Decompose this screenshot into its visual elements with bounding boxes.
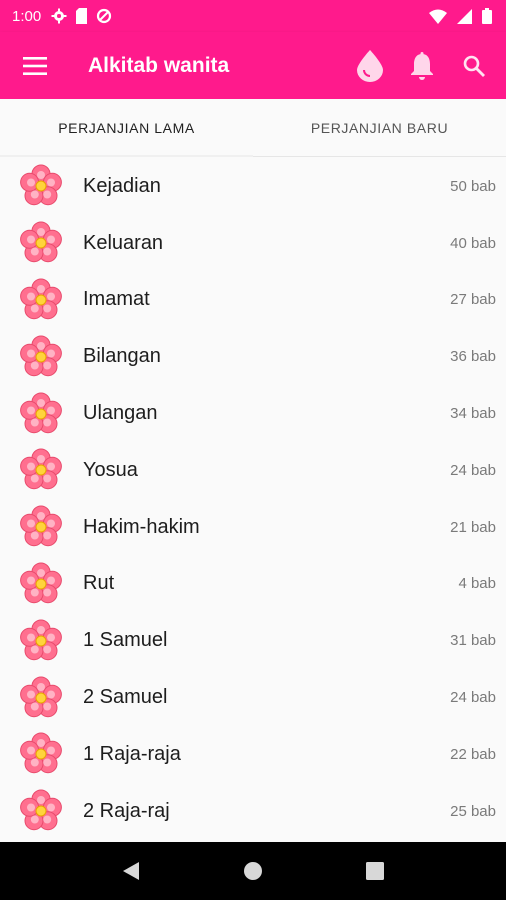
system-nav-bar bbox=[0, 842, 506, 900]
flower-icon bbox=[19, 335, 63, 379]
chapter-count: 25 bab bbox=[450, 802, 496, 820]
settings-icon bbox=[51, 8, 67, 24]
chapter-count: 31 bab bbox=[450, 632, 496, 650]
recents-button[interactable] bbox=[355, 851, 395, 891]
signal-icon bbox=[457, 8, 472, 24]
flower-icon bbox=[19, 505, 63, 549]
chapter-count: 4 bab bbox=[458, 575, 496, 593]
back-icon bbox=[123, 862, 139, 880]
back-button[interactable] bbox=[111, 851, 151, 891]
menu-button[interactable] bbox=[0, 32, 70, 99]
search-icon bbox=[463, 55, 485, 77]
book-name: 1 Raja-raja bbox=[83, 742, 181, 765]
book-name: 1 Samuel bbox=[83, 629, 168, 652]
chapter-count: 40 bab bbox=[450, 234, 496, 252]
flower-icon bbox=[19, 619, 63, 663]
book-row[interactable]: 2 Raja-raj 25 bab bbox=[0, 783, 506, 840]
book-name: Imamat bbox=[83, 288, 150, 311]
book-row[interactable]: 1 Raja-raja 22 bab bbox=[0, 726, 506, 783]
theme-button[interactable] bbox=[344, 40, 396, 92]
book-row[interactable]: 1 Samuel 31 bab bbox=[0, 612, 506, 669]
app-bar: Alkitab wanita bbox=[0, 32, 506, 99]
book-name: Hakim-hakim bbox=[83, 515, 200, 538]
home-button[interactable] bbox=[233, 851, 273, 891]
data-saver-icon bbox=[97, 8, 112, 24]
book-name: Bilangan bbox=[83, 345, 161, 368]
book-row[interactable]: Hakim-hakim 21 bab bbox=[0, 499, 506, 556]
status-bar: 1:00 bbox=[0, 0, 506, 32]
flower-icon bbox=[19, 448, 63, 492]
book-row[interactable]: Imamat 27 bab bbox=[0, 272, 506, 329]
battery-icon bbox=[482, 8, 492, 24]
flower-icon bbox=[19, 278, 63, 322]
flower-icon bbox=[19, 789, 63, 833]
app-title: Alkitab wanita bbox=[88, 53, 230, 77]
chapter-count: 50 bab bbox=[450, 177, 496, 195]
book-row[interactable]: Kejadian 50 bab bbox=[0, 158, 506, 215]
book-name: 2 Raja-raj bbox=[83, 799, 170, 822]
status-time: 1:00 bbox=[12, 7, 42, 25]
flower-icon bbox=[19, 164, 63, 208]
flower-icon bbox=[19, 392, 63, 436]
bell-icon bbox=[411, 51, 433, 80]
book-name: Yosua bbox=[83, 458, 138, 481]
notifications-button[interactable] bbox=[396, 40, 448, 92]
tab-new-testament[interactable]: PERJANJIAN BARU bbox=[253, 99, 506, 156]
recents-icon bbox=[366, 862, 384, 880]
drop-icon bbox=[357, 49, 383, 82]
sim-card-icon bbox=[76, 8, 88, 24]
chapter-count: 24 bab bbox=[450, 689, 496, 707]
chapter-count: 36 bab bbox=[450, 348, 496, 366]
tab-old-testament[interactable]: PERJANJIAN LAMA bbox=[0, 99, 253, 157]
menu-icon bbox=[23, 56, 47, 75]
chapter-count: 34 bab bbox=[450, 405, 496, 423]
book-name: Keluaran bbox=[83, 231, 164, 254]
book-list: Kejadian 50 bab Keluaran 40 bab Imamat 27 b… bbox=[0, 158, 506, 840]
book-name: Rut bbox=[83, 572, 115, 595]
chapter-count: 27 bab bbox=[450, 291, 496, 309]
wifi-icon bbox=[429, 9, 447, 24]
book-row[interactable]: Yosua 24 bab bbox=[0, 442, 506, 499]
flower-icon bbox=[19, 676, 63, 720]
book-name: Kejadian bbox=[83, 174, 161, 197]
flower-icon bbox=[19, 732, 63, 776]
book-name: Ulangan bbox=[83, 402, 158, 425]
chapter-count: 24 bab bbox=[450, 461, 496, 479]
search-button[interactable] bbox=[448, 40, 500, 92]
book-row[interactable]: Ulangan 34 bab bbox=[0, 385, 506, 442]
flower-icon bbox=[19, 221, 63, 265]
book-name: 2 Samuel bbox=[83, 686, 168, 709]
book-row[interactable]: Keluaran 40 bab bbox=[0, 215, 506, 272]
flower-icon bbox=[19, 562, 63, 606]
testament-tabs: PERJANJIAN LAMA PERJANJIAN BARU bbox=[0, 99, 506, 157]
chapter-count: 22 bab bbox=[450, 745, 496, 763]
home-icon bbox=[244, 862, 262, 880]
book-row[interactable]: Bilangan 36 bab bbox=[0, 328, 506, 385]
chapter-count: 21 bab bbox=[450, 518, 496, 536]
book-row[interactable]: Rut 4 bab bbox=[0, 556, 506, 613]
book-row[interactable]: 2 Samuel 24 bab bbox=[0, 669, 506, 726]
